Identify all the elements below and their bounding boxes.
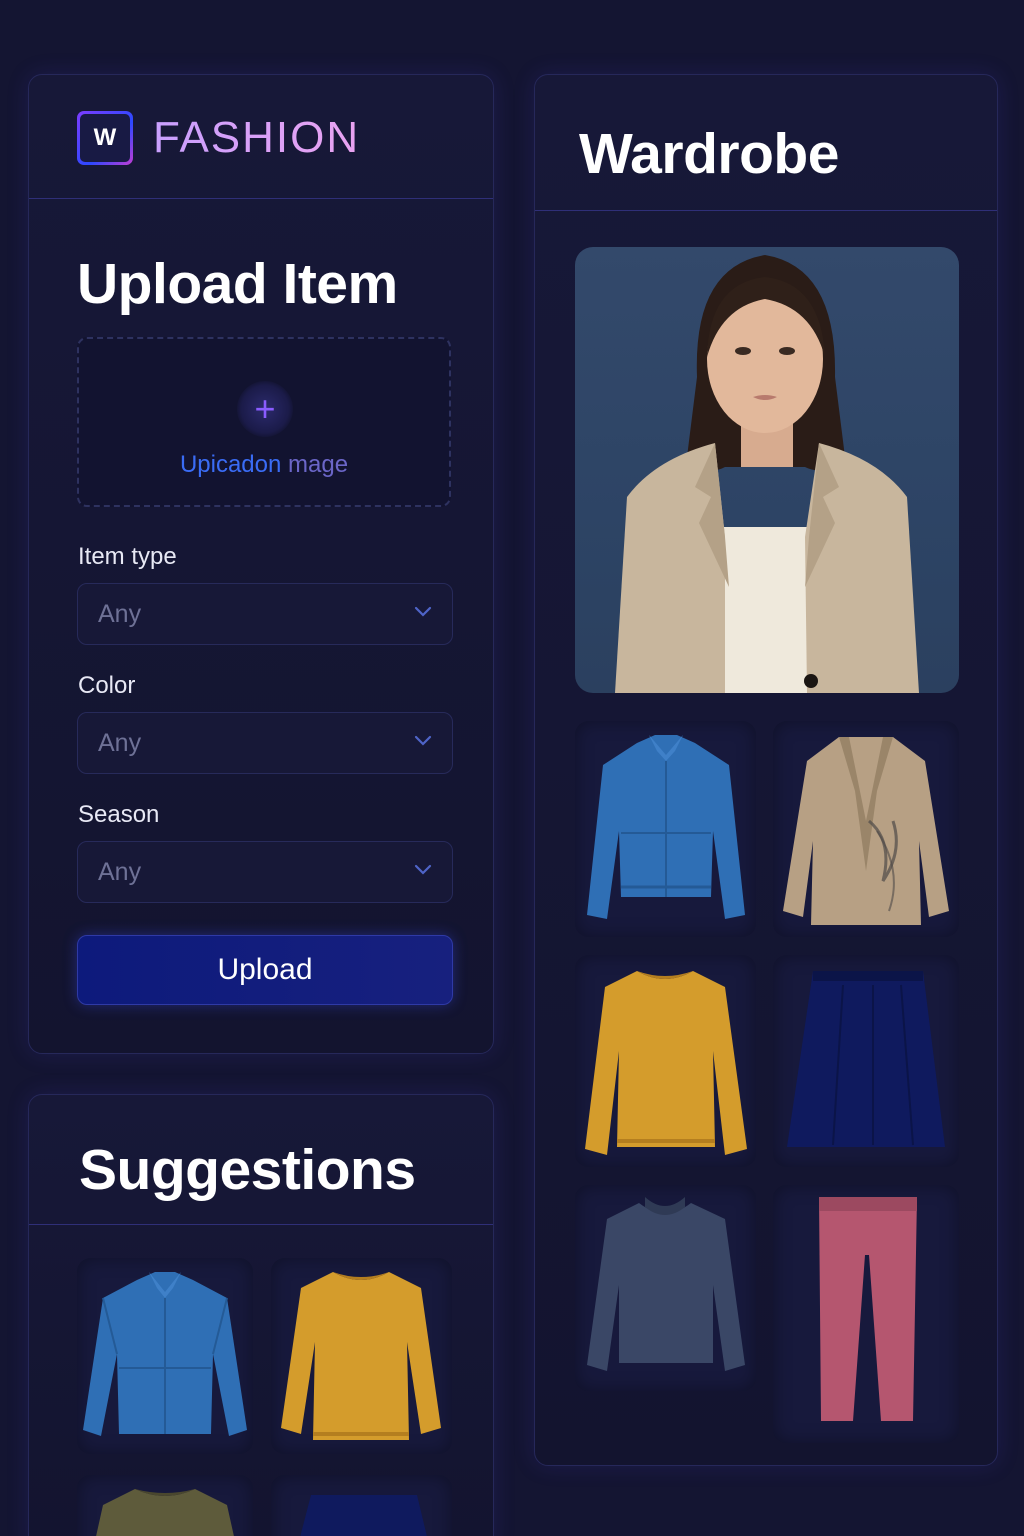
dropzone-label: Upicadon mage bbox=[79, 451, 449, 479]
dropzone-label-b: mage bbox=[281, 451, 349, 478]
season-value: Any bbox=[98, 858, 142, 886]
suggestion-item-sweater[interactable] bbox=[271, 1258, 452, 1454]
upload-button[interactable]: Upload bbox=[77, 935, 453, 1005]
wardrobe-panel: Wardrobe bbox=[534, 74, 998, 1466]
wardrobe-item-sweater[interactable] bbox=[575, 955, 756, 1167]
denim-jacket-image bbox=[587, 735, 745, 919]
skirt-image bbox=[300, 1495, 427, 1536]
blazer-image bbox=[783, 737, 949, 925]
wardrobe-item-blazer[interactable] bbox=[773, 721, 959, 937]
suggestions-title: Suggestions bbox=[79, 1138, 416, 1202]
skirt-image bbox=[787, 971, 945, 1147]
color-select[interactable]: Any bbox=[77, 712, 453, 774]
logo-letter: W bbox=[80, 114, 130, 162]
brand-name: FASHION bbox=[153, 113, 361, 162]
model-illustration bbox=[615, 255, 919, 693]
wardrobe-item-sweater[interactable] bbox=[575, 1185, 756, 1391]
sweater-image bbox=[585, 971, 747, 1155]
logo-icon[interactable]: W bbox=[77, 111, 133, 165]
plus-icon[interactable]: + bbox=[237, 381, 293, 437]
suggestion-item-skirt[interactable] bbox=[271, 1475, 452, 1536]
upload-title: Upload Item bbox=[77, 252, 398, 316]
item-type-label: Item type bbox=[78, 543, 177, 570]
wardrobe-title: Wardrobe bbox=[579, 122, 839, 186]
suggestions-panel-header: Suggestions bbox=[29, 1095, 493, 1225]
suggestion-item-sweater[interactable] bbox=[77, 1475, 253, 1536]
item-type-select[interactable]: Any bbox=[77, 583, 453, 645]
color-label: Color bbox=[78, 672, 136, 699]
chevron-down-icon bbox=[414, 735, 432, 746]
model-portrait-image[interactable] bbox=[575, 247, 959, 693]
denim-jacket-image bbox=[83, 1272, 247, 1436]
sweater-image bbox=[587, 1197, 745, 1371]
color-value: Any bbox=[98, 729, 142, 757]
pants-image bbox=[819, 1197, 917, 1421]
suggestion-item-denim-jacket[interactable] bbox=[77, 1258, 253, 1454]
chevron-down-icon bbox=[414, 864, 432, 875]
upload-panel-header: W FASHION bbox=[29, 75, 493, 199]
season-select[interactable]: Any bbox=[77, 841, 453, 903]
sweater-image bbox=[96, 1489, 234, 1536]
wardrobe-panel-header: Wardrobe bbox=[535, 75, 997, 211]
item-type-value: Any bbox=[98, 600, 142, 628]
wardrobe-item-denim-jacket[interactable] bbox=[575, 721, 756, 937]
chevron-down-icon bbox=[414, 606, 432, 617]
sweater-image bbox=[281, 1272, 441, 1440]
wardrobe-item-pants[interactable] bbox=[773, 1185, 959, 1443]
image-dropzone[interactable]: + Upicadon mage bbox=[77, 337, 451, 507]
dropzone-label-a: Upicadon bbox=[179, 451, 282, 478]
wardrobe-item-skirt[interactable] bbox=[773, 955, 959, 1167]
season-label: Season bbox=[78, 801, 160, 828]
upload-panel: W FASHION Upload Item + Upicadon mage It… bbox=[28, 74, 494, 1054]
suggestions-panel: Suggestions bbox=[28, 1094, 494, 1536]
